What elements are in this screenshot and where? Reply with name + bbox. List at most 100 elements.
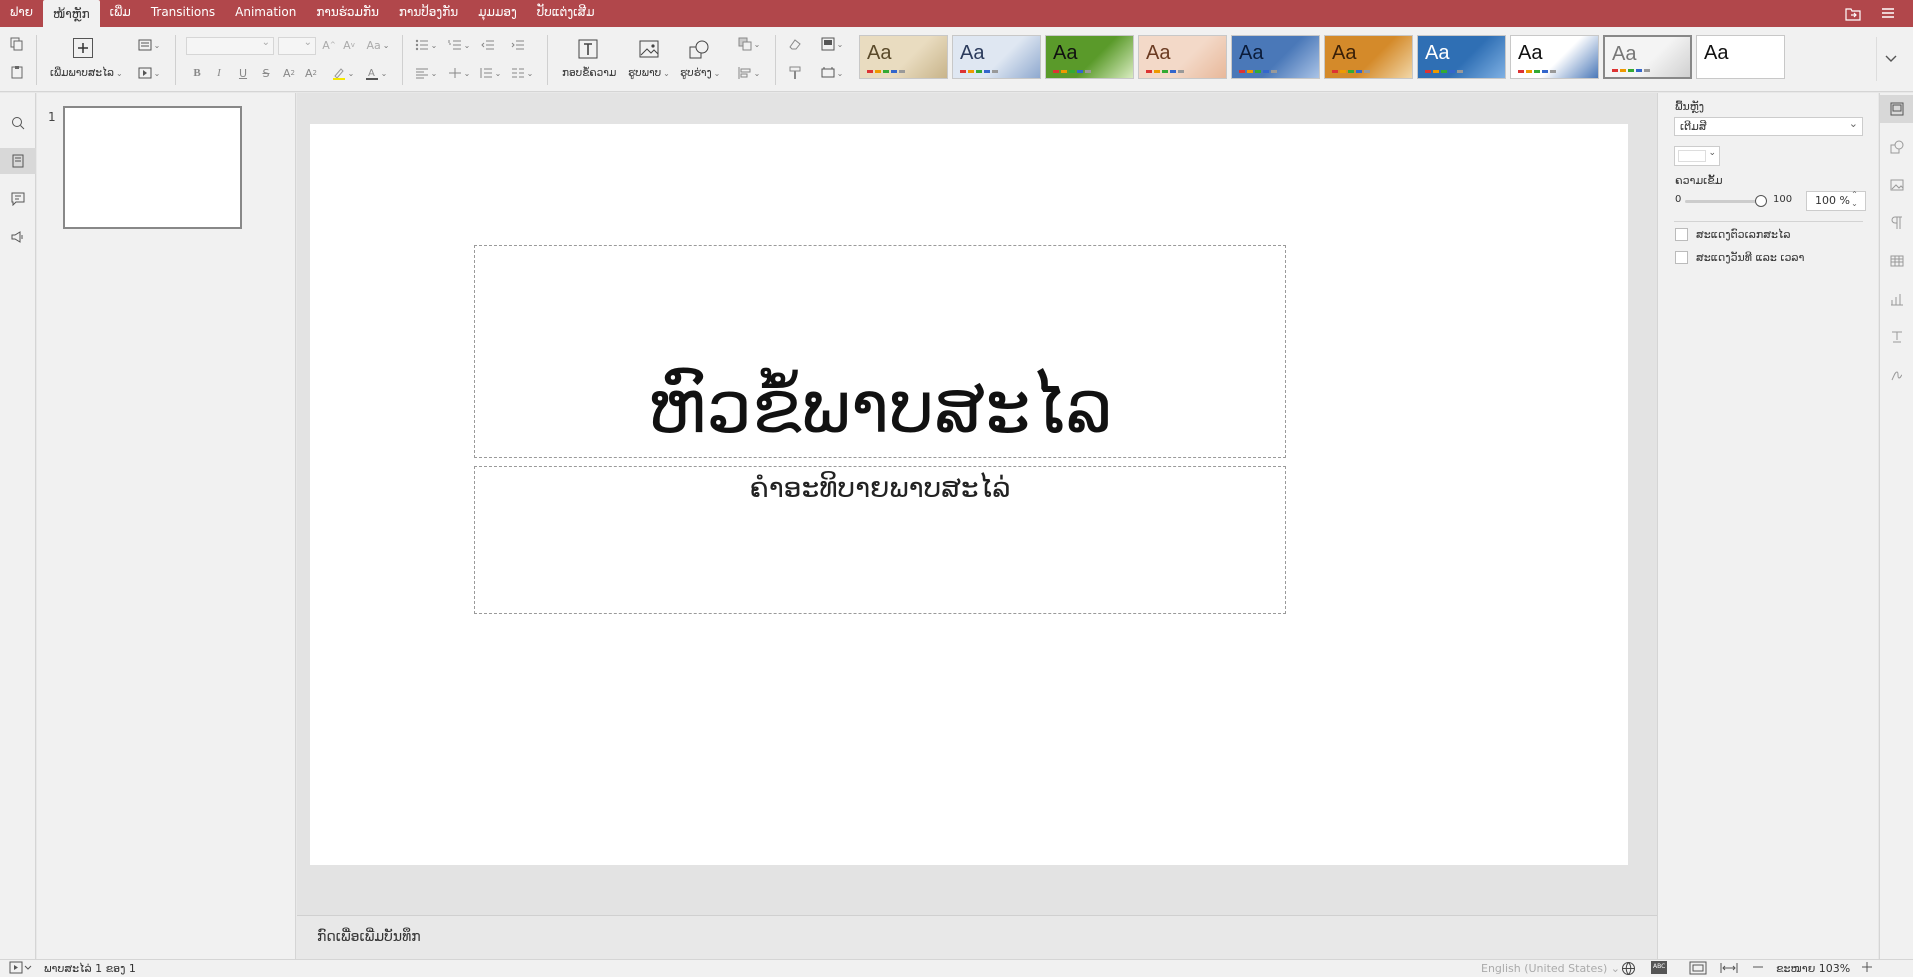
bullets-icon[interactable]: ⌄	[414, 37, 438, 53]
tab-animation[interactable]: Animation	[225, 0, 306, 24]
slide-title[interactable]: ຫົວຂໍ້ພາບສະໄລ	[475, 365, 1285, 449]
italic-icon[interactable]: I	[212, 65, 226, 81]
bold-icon[interactable]: B	[190, 65, 204, 81]
tab-protection[interactable]: ການປ້ອງກັນ	[389, 0, 468, 24]
signature-settings-icon[interactable]	[1880, 361, 1913, 389]
image-settings-icon[interactable]	[1880, 171, 1913, 199]
change-slide-color-icon[interactable]: ⌄	[818, 36, 846, 52]
numbering-icon[interactable]: ⌄	[447, 37, 471, 53]
slideshow-start-icon[interactable]	[9, 961, 33, 975]
subtitle-placeholder[interactable]: ຄຳອະທິບາຍພາບສະໄລ່	[474, 466, 1286, 614]
theme-thumbnail[interactable]: Aa	[1696, 35, 1785, 79]
theme-thumbnail[interactable]: Aa	[1045, 35, 1134, 79]
slide-subtitle[interactable]: ຄຳອະທິບາຍພາບສະໄລ່	[475, 471, 1285, 504]
theme-preview-text: Aa	[1053, 42, 1078, 64]
slide-thumbnail[interactable]	[63, 106, 242, 229]
slide-counter: ພາບສະໄລ່ 1 ຂອງ 1	[44, 962, 136, 975]
notes-area[interactable]: ກົດເພື່ອເພີ່ມບັນທຶກ	[297, 915, 1657, 959]
zoom-out-icon[interactable]	[1752, 960, 1764, 974]
font-size-select[interactable]	[278, 37, 316, 55]
theme-thumbnail[interactable]: Aa	[1138, 35, 1227, 79]
opacity-input[interactable]: 100 %	[1806, 190, 1866, 211]
change-case-icon[interactable]: Aa ⌄	[364, 37, 392, 53]
add-slide-icon[interactable]	[73, 38, 93, 58]
fill-color-picker[interactable]: ⌄	[1674, 146, 1720, 166]
text-art-settings-icon[interactable]	[1880, 323, 1913, 351]
align-shapes-icon[interactable]: ⌄	[735, 65, 763, 81]
picture-button[interactable]: ຮູບພາບ ⌄	[628, 67, 670, 79]
picture-icon[interactable]	[637, 37, 661, 61]
shape-icon[interactable]	[687, 37, 711, 61]
fit-slide-icon[interactable]	[1689, 961, 1707, 975]
table-settings-icon[interactable]	[1880, 247, 1913, 275]
tab-transitions[interactable]: Transitions	[141, 0, 225, 24]
tab-view[interactable]: ມຸມມອງ	[468, 0, 527, 24]
fit-width-icon[interactable]	[1720, 961, 1738, 975]
open-location-icon[interactable]	[1845, 7, 1861, 21]
chevron-down-icon[interactable]	[1876, 37, 1904, 81]
theme-thumbnail[interactable]: Aa	[1510, 35, 1599, 79]
slider-handle[interactable]	[1755, 195, 1767, 207]
highlight-color-icon[interactable]: ⌄	[329, 65, 357, 81]
theme-thumbnail[interactable]: Aa	[859, 35, 948, 79]
theme-thumbnail[interactable]: Aa	[952, 35, 1041, 79]
tab-insert[interactable]: ເພີ່ມ	[100, 0, 141, 24]
arrange-icon[interactable]: ⌄	[735, 36, 763, 52]
tab-collaboration[interactable]: ການຮ່ວມກັນ	[306, 0, 389, 24]
paste-icon[interactable]	[8, 64, 26, 80]
chart-settings-icon[interactable]	[1880, 285, 1913, 313]
font-color-icon[interactable]: A ⌄	[362, 65, 390, 81]
text-box-button[interactable]: ກອບຂໍ້ຄວາມ	[562, 67, 616, 79]
superscript-icon[interactable]: A2	[282, 65, 296, 81]
tab-plugins[interactable]: ປັບແຕ່ງເສີມ	[527, 0, 605, 24]
copy-icon[interactable]	[8, 36, 26, 52]
comments-icon[interactable]	[0, 186, 36, 212]
theme-thumbnail[interactable]: Aa	[1324, 35, 1413, 79]
theme-thumbnail[interactable]: Aa	[1231, 35, 1320, 79]
columns-icon[interactable]: ⌄	[510, 65, 534, 81]
decrease-font-icon[interactable]: Av	[342, 37, 356, 53]
search-icon[interactable]	[0, 110, 36, 136]
align-left-icon[interactable]: ⌄	[414, 65, 438, 81]
zoom-in-icon[interactable]	[1861, 960, 1873, 974]
spell-check-icon[interactable]: ABC	[1650, 960, 1668, 975]
slides-panel-icon[interactable]	[0, 148, 36, 174]
copy-style-icon[interactable]	[786, 65, 804, 81]
shape-settings-icon[interactable]	[1880, 133, 1913, 161]
add-slide-button[interactable]: ເພີ່ມພາບສະໄລ ⌄	[50, 67, 123, 79]
hamburger-menu-icon[interactable]	[1881, 7, 1897, 21]
text-box-icon[interactable]	[576, 37, 600, 61]
show-date-time-checkbox[interactable]	[1675, 251, 1688, 264]
increase-indent-icon[interactable]	[510, 37, 526, 53]
slide-size-icon[interactable]: ⌄	[818, 65, 846, 81]
notes-placeholder[interactable]: ກົດເພື່ອເພີ່ມບັນທຶກ	[317, 929, 421, 945]
shape-button[interactable]: ຮູບຮ່າງ ⌄	[680, 67, 720, 79]
strikethrough-icon[interactable]: S	[259, 65, 273, 81]
opacity-slider[interactable]	[1685, 195, 1767, 207]
tab-file[interactable]: ຟາຍ	[0, 0, 43, 24]
clear-style-icon[interactable]	[786, 36, 804, 52]
slideshow-icon[interactable]: ⌄	[135, 65, 163, 81]
slider-max-label: 100	[1773, 194, 1793, 205]
vertical-align-icon[interactable]: ⌄	[447, 65, 471, 81]
layout-icon[interactable]: ⌄	[135, 37, 163, 53]
paragraph-settings-icon[interactable]	[1880, 209, 1913, 237]
language-icon[interactable]	[1621, 961, 1636, 976]
language-selector[interactable]: English (United States) ⌄	[1481, 962, 1620, 975]
theme-thumbnail[interactable]: Aa	[1417, 35, 1506, 79]
show-slide-number-checkbox[interactable]	[1675, 228, 1688, 241]
line-spacing-icon[interactable]: ⌄	[478, 65, 502, 81]
decrease-indent-icon[interactable]	[480, 37, 496, 53]
tab-home[interactable]: ໜ້າຫຼັກ	[42, 0, 100, 27]
font-family-select[interactable]	[186, 37, 274, 55]
fill-type-select[interactable]: ເຕີມສີ	[1674, 115, 1863, 136]
theme-thumbnail[interactable]: Aa	[1603, 35, 1692, 79]
feedback-icon[interactable]	[0, 224, 36, 250]
slide[interactable]: ຫົວຂໍ້ພາບສະໄລ ຄຳອະທິບາຍພາບສະໄລ່	[310, 124, 1628, 865]
increase-font-icon[interactable]: A ^	[322, 37, 336, 53]
svg-text:ABC: ABC	[1653, 963, 1665, 970]
title-placeholder[interactable]: ຫົວຂໍ້ພາບສະໄລ	[474, 245, 1286, 458]
subscript-icon[interactable]: A2	[304, 65, 318, 81]
underline-icon[interactable]: U	[236, 65, 250, 81]
slide-settings-icon[interactable]	[1880, 95, 1913, 123]
